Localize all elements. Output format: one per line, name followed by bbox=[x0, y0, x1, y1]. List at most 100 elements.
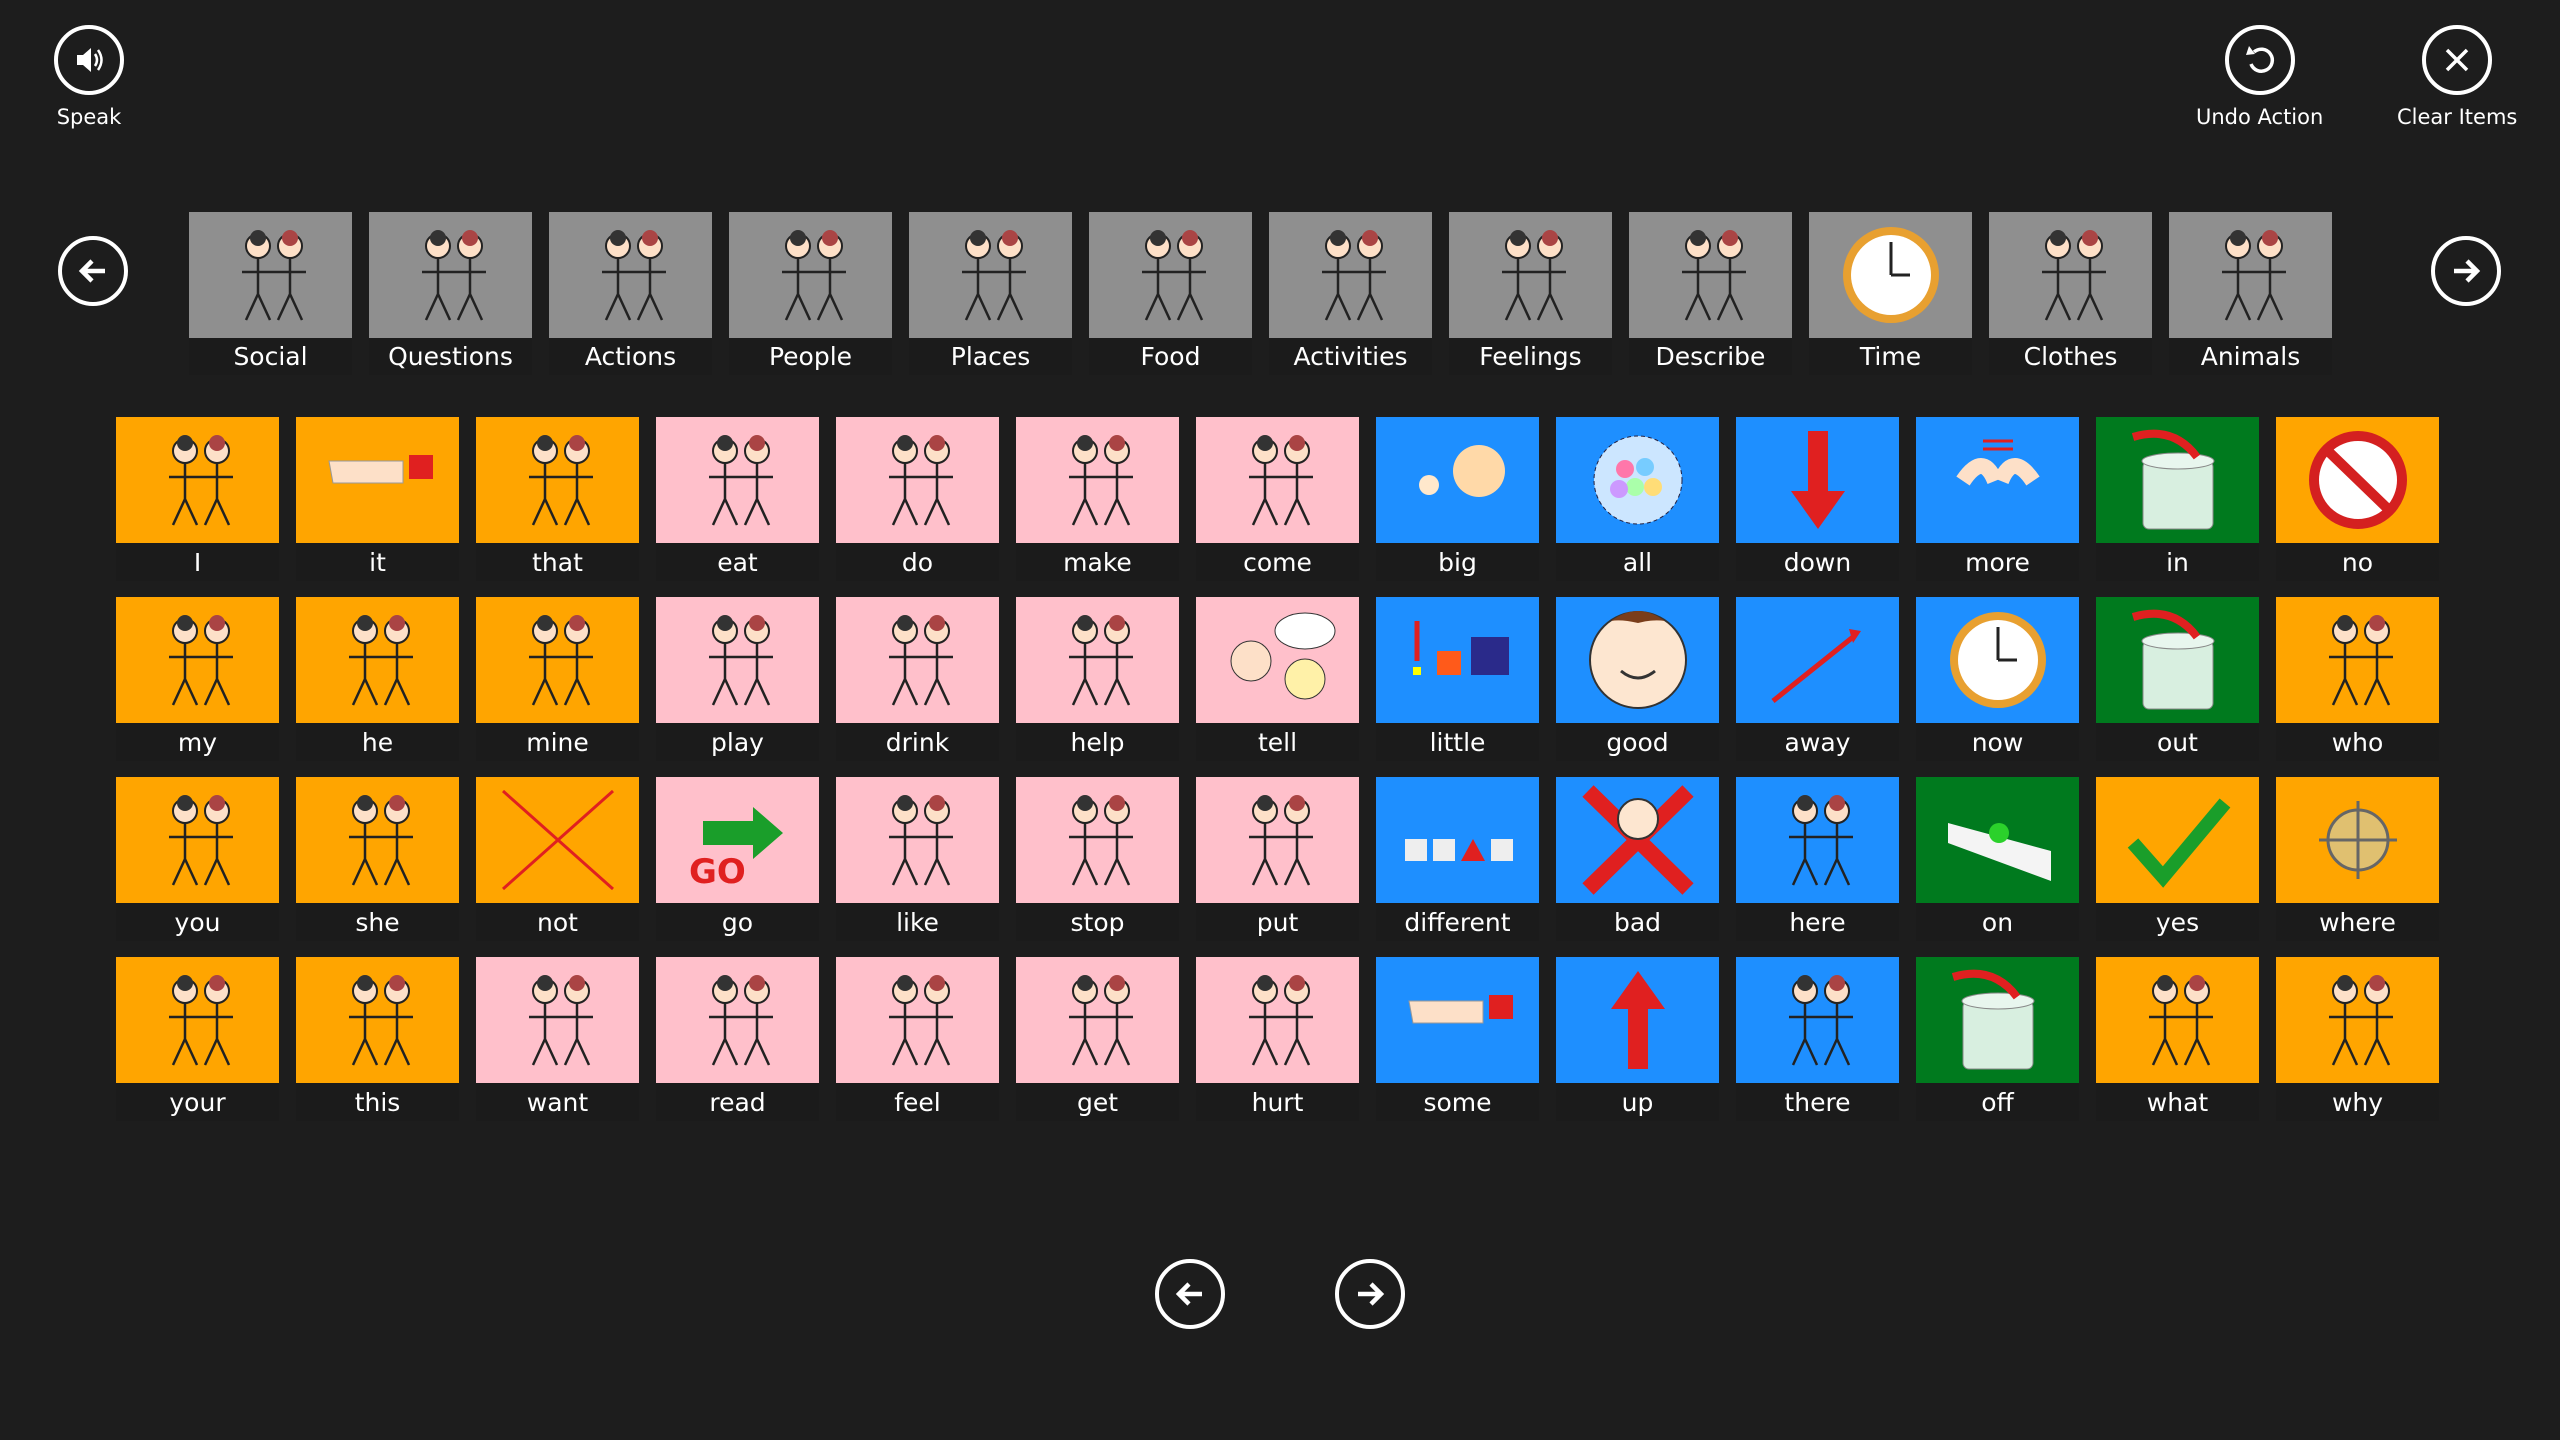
category-feelings[interactable]: Feelings bbox=[1449, 212, 1612, 375]
category-describe[interactable]: Describe bbox=[1629, 212, 1792, 375]
word-tile-in[interactable]: in bbox=[2096, 417, 2259, 581]
word-tile-your[interactable]: your bbox=[116, 957, 279, 1121]
speak-button[interactable]: Speak bbox=[54, 25, 124, 129]
word-tile-on[interactable]: on bbox=[1916, 777, 2079, 941]
word-tile-good[interactable]: good bbox=[1556, 597, 1719, 761]
word-tile-my[interactable]: my bbox=[116, 597, 279, 761]
page-next-button[interactable] bbox=[1335, 1259, 1405, 1329]
clear-items-button[interactable]: Clear Items bbox=[2397, 25, 2517, 129]
word-tile-she[interactable]: she bbox=[296, 777, 459, 941]
word-tile-what[interactable]: what bbox=[2096, 957, 2259, 1121]
undo-action-button[interactable]: Undo Action bbox=[2196, 25, 2323, 129]
word-tile-do[interactable]: do bbox=[836, 417, 999, 581]
word-tile-it[interactable]: it bbox=[296, 417, 459, 581]
word-tile-who[interactable]: who bbox=[2276, 597, 2439, 761]
word-label: play bbox=[656, 723, 819, 761]
category-label: Feelings bbox=[1449, 338, 1612, 375]
word-label: off bbox=[1916, 1083, 2079, 1121]
word-tile-big[interactable]: big bbox=[1376, 417, 1539, 581]
word-tile-read[interactable]: read bbox=[656, 957, 819, 1121]
word-tile-yes[interactable]: yes bbox=[2096, 777, 2259, 941]
word-tile-help[interactable]: help bbox=[1016, 597, 1179, 761]
category-label: Animals bbox=[2169, 338, 2332, 375]
word-tile-bad[interactable]: bad bbox=[1556, 777, 1719, 941]
word-tile-tell[interactable]: tell bbox=[1196, 597, 1359, 761]
category-clothes[interactable]: Clothes bbox=[1989, 212, 2152, 375]
running-person-icon bbox=[549, 212, 712, 338]
word-tile-away[interactable]: away bbox=[1736, 597, 1899, 761]
word-tile-want[interactable]: want bbox=[476, 957, 639, 1121]
category-time[interactable]: Time bbox=[1809, 212, 1972, 375]
word-tile-no[interactable]: no bbox=[2276, 417, 2439, 581]
person-here-icon bbox=[1736, 777, 1899, 903]
word-tile-get[interactable]: get bbox=[1016, 957, 1179, 1121]
word-tile-more[interactable]: more bbox=[1916, 417, 2079, 581]
word-tile-feel[interactable]: feel bbox=[836, 957, 999, 1121]
word-label: hurt bbox=[1196, 1083, 1359, 1121]
word-label: away bbox=[1736, 723, 1899, 761]
category-actions[interactable]: Actions bbox=[549, 212, 712, 375]
category-label: Describe bbox=[1629, 338, 1792, 375]
category-questions[interactable]: Questions bbox=[369, 212, 532, 375]
word-tile-down[interactable]: down bbox=[1736, 417, 1899, 581]
category-people[interactable]: People bbox=[729, 212, 892, 375]
page-prev-button[interactable] bbox=[1155, 1259, 1225, 1329]
word-label: feel bbox=[836, 1083, 999, 1121]
emotion-faces-icon bbox=[1449, 212, 1612, 338]
all-balls-icon bbox=[1556, 417, 1719, 543]
categories-prev-button[interactable] bbox=[58, 236, 128, 306]
word-tile-stop[interactable]: stop bbox=[1016, 777, 1179, 941]
word-grid: I it that eat do make come big all down … bbox=[116, 417, 2439, 1121]
word-tile-now[interactable]: now bbox=[1916, 597, 2079, 761]
word-tile-play[interactable]: play bbox=[656, 597, 819, 761]
word-tile-you[interactable]: you bbox=[116, 777, 279, 941]
getting-person-icon bbox=[1016, 957, 1179, 1083]
word-tile-he[interactable]: he bbox=[296, 597, 459, 761]
word-tile-different[interactable]: different bbox=[1376, 777, 1539, 941]
word-tile-here[interactable]: here bbox=[1736, 777, 1899, 941]
word-tile-up[interactable]: up bbox=[1556, 957, 1719, 1121]
word-tile-come[interactable]: come bbox=[1196, 417, 1359, 581]
word-tile-put[interactable]: put bbox=[1196, 777, 1359, 941]
categories-next-button[interactable] bbox=[2431, 236, 2501, 306]
word-tile-some[interactable]: some bbox=[1376, 957, 1539, 1121]
word-tile-off[interactable]: off bbox=[1916, 957, 2079, 1121]
word-label: tell bbox=[1196, 723, 1359, 761]
word-label: your bbox=[116, 1083, 279, 1121]
word-label: in bbox=[2096, 543, 2259, 581]
word-tile-why[interactable]: why bbox=[2276, 957, 2439, 1121]
arrow-left-icon bbox=[78, 259, 105, 283]
word-tile-I[interactable]: I bbox=[116, 417, 279, 581]
word-tile-like[interactable]: like bbox=[836, 777, 999, 941]
word-tile-that[interactable]: that bbox=[476, 417, 639, 581]
helping-hands-icon bbox=[1016, 597, 1179, 723]
word-tile-make[interactable]: make bbox=[1016, 417, 1179, 581]
word-label: out bbox=[2096, 723, 2259, 761]
word-tile-eat[interactable]: eat bbox=[656, 417, 819, 581]
word-tile-hurt[interactable]: hurt bbox=[1196, 957, 1359, 1121]
question-face-icon bbox=[2276, 957, 2439, 1083]
category-places[interactable]: Places bbox=[909, 212, 1072, 375]
animals-icon bbox=[2169, 212, 2332, 338]
word-tile-go[interactable]: GO go bbox=[656, 777, 819, 941]
word-tile-this[interactable]: this bbox=[296, 957, 459, 1121]
clock-icon bbox=[1916, 597, 2079, 723]
word-tile-all[interactable]: all bbox=[1556, 417, 1719, 581]
category-animals[interactable]: Animals bbox=[2169, 212, 2332, 375]
word-tile-little[interactable]: little bbox=[1376, 597, 1539, 761]
word-label: want bbox=[476, 1083, 639, 1121]
word-label: on bbox=[1916, 903, 2079, 941]
word-tile-out[interactable]: out bbox=[2096, 597, 2259, 761]
word-tile-there[interactable]: there bbox=[1736, 957, 1899, 1121]
category-social[interactable]: Social bbox=[189, 212, 352, 375]
no-sign-icon bbox=[2276, 417, 2439, 543]
word-tile-where[interactable]: where bbox=[2276, 777, 2439, 941]
pinching-hand-icon bbox=[1376, 957, 1539, 1083]
word-tile-mine[interactable]: mine bbox=[476, 597, 639, 761]
category-label: Activities bbox=[1269, 338, 1432, 375]
category-activities[interactable]: Activities bbox=[1269, 212, 1432, 375]
category-food[interactable]: Food bbox=[1089, 212, 1252, 375]
word-tile-drink[interactable]: drink bbox=[836, 597, 999, 761]
word-tile-not[interactable]: not bbox=[476, 777, 639, 941]
word-label: my bbox=[116, 723, 279, 761]
